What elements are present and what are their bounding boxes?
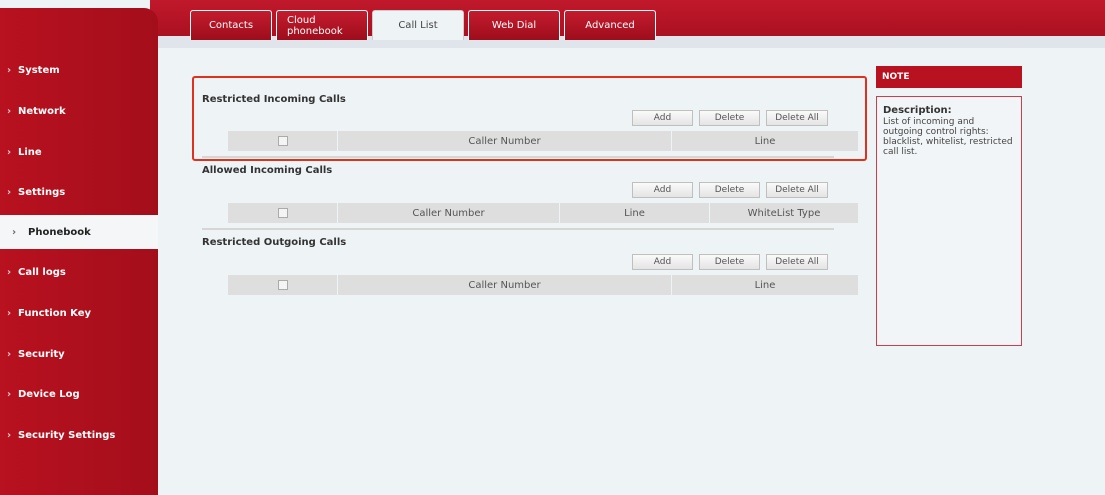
sidebar-item-system[interactable]: › System (0, 52, 158, 88)
select-all-checkbox[interactable] (277, 280, 288, 290)
note-description: List of incoming and outgoing control ri… (883, 117, 1013, 157)
delete-all-button[interactable]: Delete All (766, 254, 828, 270)
add-button[interactable]: Add (632, 182, 693, 198)
column-caller-number: Caller Number (338, 203, 560, 223)
chevron-right-icon: › (6, 388, 12, 400)
delete-button[interactable]: Delete (699, 254, 760, 270)
chevron-right-icon: › (6, 186, 12, 198)
chevron-right-icon: › (6, 105, 12, 117)
column-whitelist-type: WhiteList Type (747, 207, 821, 219)
sidebar-item-label: Settings (18, 186, 66, 198)
column-line: Line (754, 135, 776, 147)
sidebar-item-security[interactable]: › Security (0, 336, 158, 372)
note-title: Description: (883, 105, 952, 116)
tab-call-list[interactable]: Call List (372, 10, 464, 40)
section-title-allowed-incoming: Allowed Incoming Calls (202, 165, 333, 176)
tab-cloud-phonebook[interactable]: Cloud phonebook (276, 10, 368, 40)
table-header: Caller Number Line (228, 131, 858, 151)
sidebar-item-label: Function Key (18, 307, 92, 319)
delete-button[interactable]: Delete (699, 110, 760, 126)
column-line: Line (754, 279, 776, 291)
column-line: Line (560, 203, 710, 223)
chevron-right-icon: › (11, 226, 17, 238)
section-divider (202, 228, 834, 230)
sidebar-item-line[interactable]: › Line (0, 134, 158, 170)
tab-advanced[interactable]: Advanced (564, 10, 656, 40)
sidebar-item-label: Line (18, 146, 42, 158)
chevron-right-icon: › (6, 429, 12, 441)
sidebar-item-label: System (18, 64, 60, 76)
chevron-right-icon: › (6, 307, 12, 319)
sidebar-item-function-key[interactable]: › Function Key (0, 295, 158, 331)
add-button[interactable]: Add (632, 110, 693, 126)
select-all-checkbox[interactable] (277, 208, 288, 218)
section-title-restricted-incoming: Restricted Incoming Calls (202, 94, 346, 105)
chevron-right-icon: › (6, 64, 12, 76)
note-panel: Description: List of incoming and outgoi… (876, 96, 1022, 346)
section-divider (202, 156, 834, 158)
table-header: Caller Number Line (228, 275, 858, 295)
tab-bar: Contacts Cloud phonebook Call List Web D… (190, 10, 656, 40)
sidebar-item-label: Security Settings (18, 429, 116, 441)
sidebar-item-label: Phonebook (28, 226, 91, 238)
delete-button[interactable]: Delete (699, 182, 760, 198)
sidebar: › System › Network › Line › Settings › P… (0, 8, 158, 495)
sidebar-item-security-settings[interactable]: › Security Settings (0, 417, 158, 453)
sidebar-item-label: Device Log (18, 388, 80, 400)
column-caller-number: Caller Number (338, 131, 672, 151)
table-header: Caller Number Line WhiteList Type (228, 203, 858, 223)
sidebar-item-network[interactable]: › Network (0, 93, 158, 129)
tab-web-dial[interactable]: Web Dial (468, 10, 560, 40)
sidebar-item-phonebook[interactable]: › Phonebook (0, 215, 158, 249)
sidebar-item-label: Call logs (18, 266, 66, 278)
delete-all-button[interactable]: Delete All (766, 182, 828, 198)
section-title-restricted-outgoing: Restricted Outgoing Calls (202, 237, 347, 248)
note-header: NOTE (876, 66, 1022, 88)
sidebar-item-label: Security (18, 348, 65, 360)
sidebar-item-call-logs[interactable]: › Call logs (0, 254, 158, 290)
tab-contacts[interactable]: Contacts (190, 10, 272, 40)
sidebar-item-device-log[interactable]: › Device Log (0, 376, 158, 412)
delete-all-button[interactable]: Delete All (766, 110, 828, 126)
chevron-right-icon: › (6, 266, 12, 278)
chevron-right-icon: › (6, 348, 12, 360)
column-caller-number: Caller Number (338, 275, 672, 295)
chevron-right-icon: › (6, 146, 12, 158)
sidebar-item-label: Network (18, 105, 66, 117)
add-button[interactable]: Add (632, 254, 693, 270)
select-all-checkbox[interactable] (277, 136, 288, 146)
sidebar-item-settings[interactable]: › Settings (0, 174, 158, 210)
